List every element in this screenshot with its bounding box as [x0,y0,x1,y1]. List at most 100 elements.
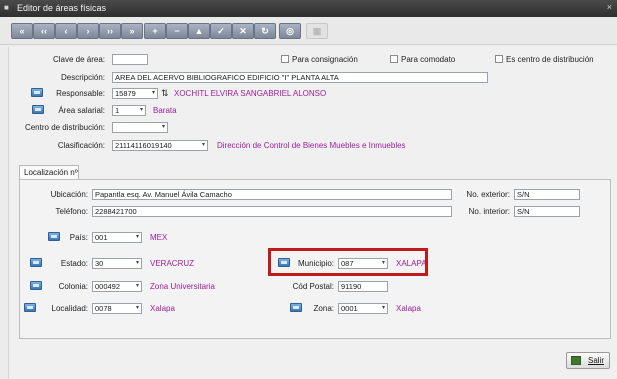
responsable-name: XOCHITL ELVIRA SANGABRIEL ALONSO [174,89,327,98]
descripcion-label: Descripción: [60,73,105,82]
centro-distribucion-combo[interactable]: ▾ [112,122,168,133]
check-button[interactable]: ✓ [210,23,232,39]
zona-highlight-box [268,248,428,276]
first-button[interactable]: « [11,23,33,39]
lookup-icon[interactable] [32,105,44,114]
remove-button[interactable]: − [166,23,188,39]
comodato-checkbox[interactable] [390,55,398,63]
last-button[interactable]: » [121,23,143,39]
check-icon: ✓ [217,26,225,36]
chevron-down-icon: ▾ [135,234,139,240]
area-form: Clave de área: Para consignación Para co… [8,47,617,379]
clasificacion-name: Dirección de Control de Bienes Muebles e… [217,141,406,150]
codigo-postal-label: Cód Postal: [292,282,334,291]
prev-page-icon: ‹‹ [41,26,47,36]
ubicacion-label: Ubicación: [50,190,88,199]
pais-name: MEX [150,233,168,242]
colonia-combo[interactable]: 000492 ▾ [92,281,142,292]
title-bar: ■ Editor de áreas físicas × [0,0,617,17]
colonia-label: Colonia: [58,282,88,291]
pais-combo[interactable]: 001 ▾ [92,232,142,243]
zona-name: Xalapa [396,304,421,313]
area-salarial-name: Barata [153,106,177,115]
chevron-down-icon: ▾ [135,260,139,266]
estado-label: Estado: [60,259,88,268]
editor-window: ■ Editor de áreas físicas × «‹‹ ‹ › ››» + − ▲ ✓… [0,0,617,379]
first-icon: « [19,26,25,36]
comodato-label: Para comodato [401,55,456,64]
refresh-icon: ↻ [261,26,269,36]
zona-combo[interactable]: 0001 ▾ [338,303,388,314]
window-title: Editor de áreas físicas [17,3,107,13]
telefono-label: Teléfono: [55,207,88,216]
estado-name: VERACRUZ [150,259,195,268]
lookup-icon[interactable] [30,281,42,290]
chevron-down-icon: ▾ [135,283,139,289]
chevron-down-icon: ▾ [135,305,139,311]
chevron-down-icon: ▾ [161,124,165,130]
window-menu-icon[interactable]: ■ [4,3,9,12]
localidad-label: Localidad: [51,304,88,313]
zona-label: Zona: [313,304,334,313]
refresh-button[interactable]: ↻ [254,23,276,39]
clasificacion-label: Clasificación: [57,141,105,150]
binoculars-button[interactable]: ◎ [279,23,301,39]
no-exterior-input[interactable]: S/N [514,189,580,200]
no-exterior-label: No. exterior: [466,190,510,199]
estado-combo[interactable]: 30 ▾ [92,258,142,269]
chevron-down-icon: ▾ [139,107,143,113]
centro-distribucion-label: Centro de distribución: [24,123,105,132]
no-interior-label: No. interior: [468,207,510,216]
calendar-icon: ▦ [312,26,322,36]
prev-button[interactable]: ‹ [55,23,77,39]
prev-page-button[interactable]: ‹‹ [33,23,55,39]
centro-distribucion-check-label: Es centro de distribución [506,55,594,64]
exit-label: Salir [587,356,604,365]
next-page-icon: ›› [107,26,113,36]
edit-button[interactable]: ▲ [188,23,210,39]
localidad-name: Xalapa [150,304,175,313]
clave-input[interactable] [112,54,148,65]
binoculars-icon: ◎ [286,26,294,36]
pais-label: País: [69,233,88,242]
no-interior-input[interactable]: S/N [514,206,580,217]
centro-distribucion-checkbox[interactable] [495,55,503,63]
next-icon: › [86,26,90,36]
chevron-down-icon: ▾ [151,90,155,96]
add-icon: + [152,26,158,36]
area-salarial-combo[interactable]: 1 ▾ [112,105,146,116]
chevron-down-icon: ▾ [201,142,205,148]
cancel-button[interactable]: ✕ [232,23,254,39]
descripcion-input[interactable]: AREA DEL ACERVO BIBLIOGRAFICO EDIFICIO "… [112,72,488,83]
lookup-icon[interactable] [290,303,302,312]
chevron-down-icon: ▾ [381,305,385,311]
cancel-icon: ✕ [239,26,247,36]
toolbar: «‹‹ ‹ › ››» + − ▲ ✓ ✕ ↻ ◎ ▦ [0,17,617,45]
edit-icon: ▲ [194,26,204,36]
telefono-input[interactable]: 2288421700 [92,206,452,217]
area-salarial-label: Área salarial: [58,106,105,115]
lookup-icon[interactable] [31,88,43,97]
ubicacion-input[interactable]: Papantla esq. Av. Manuel Ávila Camacho [92,189,452,200]
consignacion-checkbox[interactable] [281,55,289,63]
close-icon[interactable]: × [607,2,612,12]
calendar-button[interactable]: ▦ [306,23,328,39]
remove-icon: − [174,26,180,36]
localidad-combo[interactable]: 0078 ▾ [92,303,142,314]
exit-button[interactable]: Salir [566,352,610,369]
colonia-name: Zona Universitaria [150,282,215,291]
add-button[interactable]: + [144,23,166,39]
next-button[interactable]: › [77,23,99,39]
clasificacion-combo[interactable]: 21114116019140 ▾ [112,140,208,151]
responsable-combo[interactable]: 15879 ▾ [112,88,158,99]
prev-icon: ‹ [64,26,68,36]
consignacion-label: Para consignación [292,55,358,64]
clave-label: Clave de área: [52,55,105,64]
next-page-button[interactable]: ›› [99,23,121,39]
codigo-postal-input[interactable]: 91190 [338,281,388,292]
lookup-icon[interactable] [48,232,60,241]
lookup-icon[interactable] [30,258,42,267]
tab-localizacion[interactable]: Localización nº 1 [19,165,79,190]
responsable-label: Responsable: [56,89,105,98]
filter-icon[interactable]: ⇅ [161,88,169,99]
